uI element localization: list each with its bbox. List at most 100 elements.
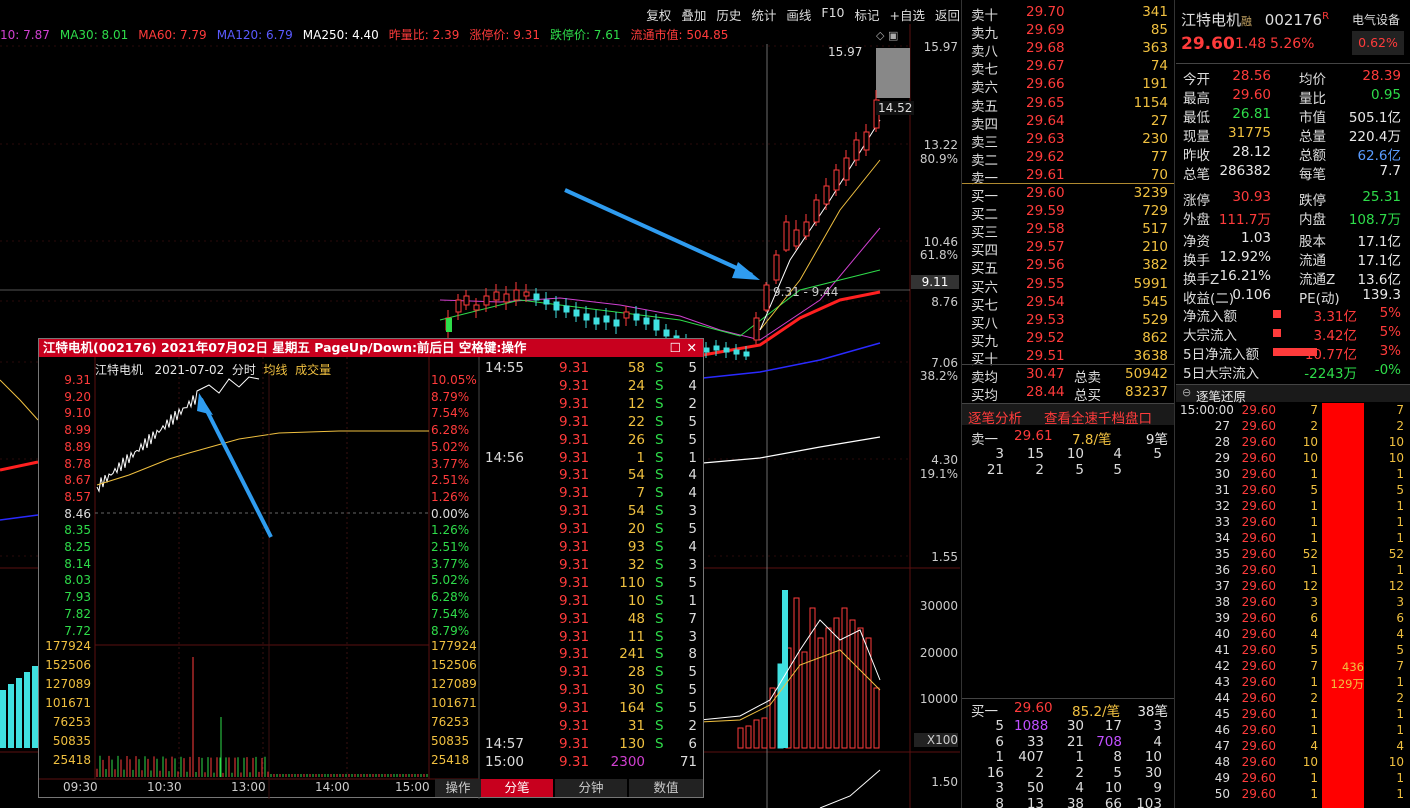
toolbar-button[interactable]: 画线 (786, 5, 811, 23)
ma-legend-item: 涨停价: 9.31 (469, 28, 540, 42)
order-book-row[interactable]: 买二 29.59 729 (962, 203, 1174, 224)
popup-titlebar[interactable]: 江特电机(002176) 2021年07月02日 星期五 PageUp/Down… (39, 339, 703, 357)
quote-label: 换手Z (1183, 272, 1220, 288)
tick-row: 36 29.60 1 1 (1180, 563, 1408, 579)
order-book-row[interactable]: 卖七 29.67 74 (962, 58, 1174, 79)
toolbar-button[interactable]: 统计 (751, 5, 776, 23)
order-book-row[interactable]: 卖九 29.69 85 (962, 22, 1174, 42)
toolbar-button[interactable]: 返回 (935, 5, 960, 23)
divider (962, 364, 1174, 365)
maximize-icon[interactable]: ☐ (670, 339, 681, 357)
order-book-row[interactable]: 买三 29.58 517 (962, 221, 1174, 241)
chart-settings-icon[interactable]: ◇ ▣ (876, 29, 898, 42)
tab-tick-analysis[interactable]: 逐笔分析 (968, 407, 1022, 427)
order-book-row[interactable]: 卖四 29.64 27 (962, 113, 1174, 133)
order-book-row[interactable]: 买八 29.53 529 (962, 312, 1174, 332)
order-book-row[interactable]: 卖三 29.63 230 (962, 131, 1174, 151)
tab-values[interactable]: 数值 (629, 779, 703, 797)
level-label: 卖七 (971, 62, 998, 79)
tick-price: 29.60 (1241, 595, 1276, 609)
queue-cell: 5 (995, 718, 1004, 734)
tick-row: 46 29.60 1 1 (1180, 723, 1408, 739)
minute-chart[interactable] (39, 357, 481, 799)
price-axis-label: 15.97 (923, 40, 958, 54)
tick-row: 27 29.60 2 2 (1180, 419, 1408, 435)
trade-count: 8 (688, 646, 697, 663)
tick-count: 10 (1388, 451, 1404, 465)
popup-price-label: 9.20 (64, 389, 91, 404)
quote-row: 最低 26.81 市值 505.1亿 (1181, 106, 1405, 126)
tick-count: 4 (1396, 627, 1404, 641)
collapse-icon[interactable]: ⊖ (1182, 386, 1191, 399)
order-book-row[interactable]: 卖八 29.68 363 (962, 40, 1174, 60)
trade-price: 9.31 (559, 646, 590, 663)
candle-body (446, 318, 452, 332)
level-price: 29.51 (1026, 347, 1065, 364)
tick-count: 10 (1388, 435, 1404, 449)
close-icon[interactable]: ✕ (687, 339, 697, 357)
order-book-row[interactable]: 买六 29.55 5991 (962, 275, 1174, 296)
flow-value: 3.31亿 (1313, 309, 1357, 325)
tick-time: 28 (1214, 435, 1230, 449)
ma-legend-item: 跌停价: 7.61 (549, 28, 621, 42)
order-book-row[interactable]: 卖十 29.70 341 (962, 4, 1174, 24)
op-button[interactable]: 操作 (435, 779, 481, 797)
sector-name[interactable]: 电气设备 (1352, 11, 1400, 28)
toolbar-button[interactable]: F10 (821, 5, 844, 23)
trade-volume: 54 (627, 467, 645, 484)
trade-count: 5 (688, 521, 697, 538)
tick-panel-header[interactable]: ⊖ 逐笔还原 (1176, 384, 1410, 404)
tick-count: 3 (1396, 595, 1404, 609)
trade-price: 9.31 (559, 395, 590, 412)
toolbar-button[interactable]: 标记 (854, 5, 879, 23)
trade-row: 9.31 31 S 2 (483, 718, 705, 736)
trade-price: 9.31 (559, 413, 590, 430)
tick-row: 47 29.60 4 4 (1180, 739, 1408, 755)
popup-vol-label: 76253 (52, 715, 91, 729)
popup-pct-label: 7.54% (431, 406, 470, 421)
order-book-row[interactable]: 买四 29.57 210 (962, 239, 1174, 259)
trade-row: 9.31 26 S 5 (483, 432, 705, 450)
tick-volume: 1 (1310, 675, 1318, 689)
volume-bar (841, 607, 848, 749)
order-book-row[interactable]: 买七 29.54 545 (962, 294, 1174, 314)
toolbar-button[interactable]: 复权 (646, 5, 671, 23)
order-book-row[interactable]: 卖六 29.66 191 (962, 76, 1174, 96)
trading-window: 10: 7.87 MA30: 8.01 MA60: 7.79 MA120: 6.79 M… (0, 0, 1410, 808)
toolbar-button[interactable]: 历史 (716, 5, 741, 23)
candle-body (723, 347, 730, 353)
trade-price: 9.31 (559, 682, 590, 699)
vol-axis-label: 20000 (919, 646, 958, 660)
flow-value: 10.77亿 (1304, 347, 1357, 363)
order-book-row[interactable]: 买五 29.56 382 (962, 257, 1174, 278)
queue-cell: 6 (995, 733, 1004, 750)
vol-axis-unit[interactable]: X100 (914, 733, 958, 747)
order-book-row[interactable]: 卖五 29.65 1154 (962, 95, 1174, 115)
link-full-depth[interactable]: 查看全速千档盘口 (1044, 407, 1152, 427)
order-book-row[interactable]: 卖二 29.62 77 (962, 149, 1174, 169)
trade-volume: 7 (636, 485, 645, 502)
candle-body (703, 347, 710, 353)
tick-time: 41 (1214, 643, 1230, 657)
level-label: 买二 (971, 207, 998, 224)
tick-price: 29.60 (1241, 787, 1276, 801)
minute-chart-popup[interactable]: 江特电机(002176) 2021年07月02日 星期五 PageUp/Down… (38, 338, 705, 799)
level-label: 买五 (971, 261, 998, 278)
tick-count: 12 (1388, 579, 1404, 593)
toolbar-button[interactable]: +自选 (890, 5, 925, 23)
order-book-row[interactable]: 买一 29.60 3239 (962, 185, 1174, 205)
level-price: 29.66 (1026, 76, 1065, 93)
quote-label: 总额 (1299, 148, 1326, 164)
level-price: 29.55 (1026, 275, 1065, 292)
toolbar-button[interactable]: 叠加 (681, 5, 706, 23)
trade-row: 9.31 93 S 4 (483, 539, 705, 557)
tick-row: 40 29.60 4 4 (1180, 627, 1408, 643)
quote-label: 内盘 (1299, 212, 1326, 228)
sub-date: 2021-07-02 (154, 363, 225, 377)
order-book-row[interactable]: 买九 29.52 862 (962, 330, 1174, 350)
popup-pct-label: 3.77% (431, 456, 470, 471)
tab-ticks[interactable]: 分笔 (481, 779, 553, 797)
tick-analysis-bar: 逐笔分析 查看全速千档盘口 (962, 403, 1174, 427)
tab-minutes[interactable]: 分钟 (555, 779, 627, 797)
tick-price: 29.60 (1241, 467, 1276, 481)
